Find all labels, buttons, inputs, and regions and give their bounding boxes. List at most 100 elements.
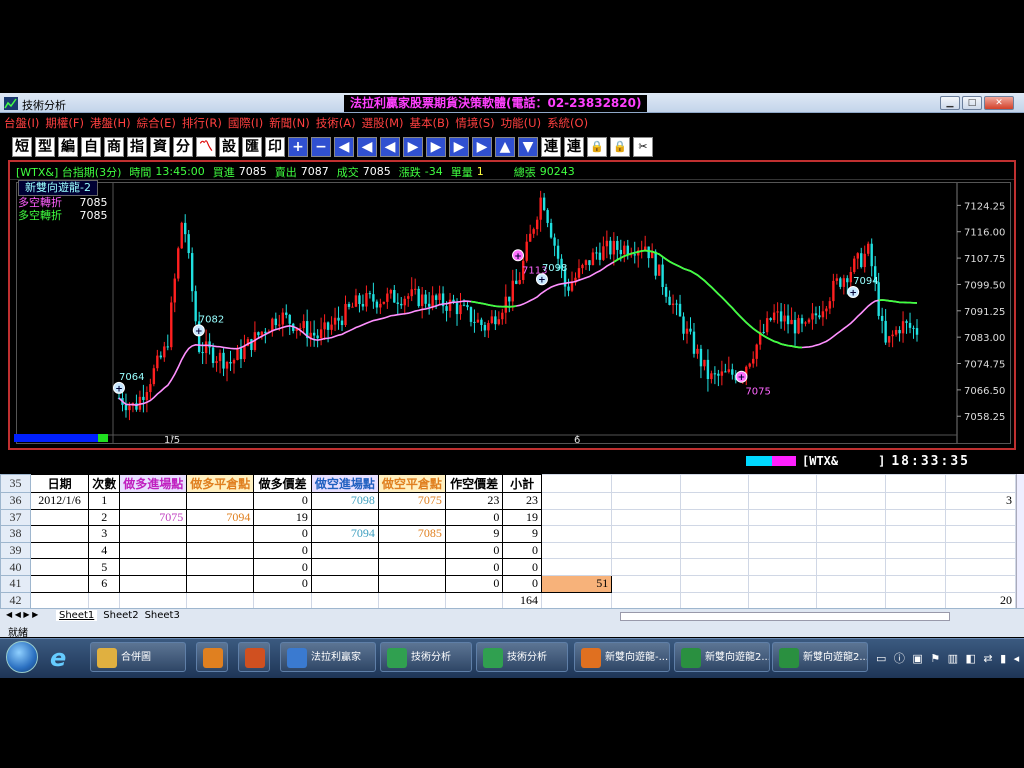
toolbar-button[interactable]: ▶ — [449, 136, 469, 157]
sheet-cell[interactable] — [747, 508, 818, 527]
sheet-cell[interactable] — [611, 492, 681, 510]
horizontal-scrollbar[interactable] — [620, 612, 950, 621]
sheet-cell[interactable] — [186, 492, 255, 510]
toolbar-button[interactable]: ◀ — [380, 136, 400, 157]
sheet-cell[interactable]: 41 — [0, 574, 31, 593]
sheet-cell[interactable]: 37 — [0, 508, 31, 527]
taskbar-item[interactable] — [196, 642, 228, 672]
menu-item[interactable]: 國際(I) — [228, 115, 263, 131]
sheet-cell[interactable] — [944, 558, 1016, 576]
toolbar-button[interactable]: 設 — [219, 136, 239, 157]
toolbar-button[interactable]: ▲ — [495, 136, 515, 157]
sheet-cell[interactable] — [944, 574, 1016, 593]
sheet-cell[interactable]: 0 — [253, 558, 312, 576]
toolbar-button[interactable]: ▼ — [518, 136, 538, 157]
sheet-cell[interactable] — [816, 591, 886, 608]
sheet-cell[interactable]: 0 — [253, 574, 312, 593]
lock-icon[interactable]: 🔒 — [587, 136, 607, 157]
menu-item[interactable]: 新聞(N) — [269, 115, 310, 131]
spreadsheet[interactable]: 35 日期 次數 做多進場點 做多平倉點 做多價差 做空進場點 做空平倉點 作空價差 小計 36 20… — [0, 474, 1016, 608]
toolbar-button[interactable]: 分 — [173, 136, 193, 157]
sheet-cell[interactable] — [884, 492, 946, 510]
sheet-cell[interactable] — [884, 525, 946, 543]
sheet-cell[interactable]: 7094 — [186, 508, 255, 527]
sheet-cell[interactable] — [679, 508, 749, 527]
sheet-cell[interactable]: 42 — [0, 591, 31, 608]
sheet-tab[interactable]: Sheet2 — [103, 610, 138, 621]
minimize-button[interactable]: ▁ — [940, 96, 960, 110]
start-button[interactable] — [6, 641, 38, 673]
sheet-cell[interactable]: 3 — [88, 525, 121, 543]
sheet-cell[interactable] — [253, 591, 312, 608]
toolbar-button[interactable]: 編 — [58, 136, 78, 157]
menu-item[interactable]: 台盤(I) — [4, 115, 39, 131]
sheet-cell[interactable] — [540, 474, 613, 493]
taskbar-item[interactable]: 技術分析 — [476, 642, 568, 672]
sheet-cell[interactable] — [944, 525, 1016, 543]
sheet-cell[interactable] — [540, 541, 613, 560]
sheet-cell[interactable] — [88, 591, 121, 608]
tools-icon[interactable]: ✂ — [633, 136, 653, 157]
menu-item[interactable]: 情境(S) — [455, 115, 494, 131]
sheet-cell[interactable] — [119, 558, 188, 576]
sheet-cell[interactable] — [884, 574, 946, 593]
sheet-cell[interactable] — [29, 525, 90, 543]
sheet-cell[interactable] — [377, 558, 446, 576]
sheet-cell[interactable] — [186, 558, 255, 576]
sheet-cell[interactable] — [679, 541, 749, 560]
sheet-cell[interactable]: 19 — [253, 508, 312, 527]
toolbar-button[interactable]: ◀ — [357, 136, 377, 157]
sheet-cell[interactable] — [540, 558, 613, 576]
sheet-cell[interactable] — [747, 525, 818, 543]
sheet-cell[interactable]: 0 — [253, 525, 312, 543]
sheet-cell[interactable] — [310, 508, 379, 527]
sheet-cell[interactable] — [679, 492, 749, 510]
sheet-cell[interactable] — [747, 474, 818, 493]
sheet-cell[interactable] — [884, 591, 946, 608]
sheet-cell[interactable] — [747, 591, 818, 608]
sheet-cell[interactable] — [611, 508, 681, 527]
sheet-cell[interactable]: 19 — [502, 508, 542, 527]
sheet-cell[interactable] — [186, 591, 255, 608]
sheet-cell[interactable] — [540, 591, 613, 608]
toolbar-button[interactable]: 型 — [35, 136, 55, 157]
sheet-cell[interactable] — [186, 541, 255, 560]
toolbar-button[interactable]: ▶ — [426, 136, 446, 157]
sheet-cell[interactable] — [29, 574, 90, 593]
lock-icon[interactable]: 🔒 — [610, 136, 630, 157]
sheet-cell[interactable]: 0 — [502, 574, 542, 593]
toolbar-button[interactable]: 連 — [564, 136, 584, 157]
sheet-cell[interactable] — [747, 492, 818, 510]
ie-icon[interactable]: e — [50, 644, 80, 672]
sheet-cell[interactable] — [310, 558, 379, 576]
taskbar-item[interactable] — [238, 642, 270, 672]
sheet-cell[interactable]: 0 — [502, 558, 542, 576]
sheet-cell[interactable] — [611, 525, 681, 543]
sheet-cell[interactable]: 做空進場點 — [310, 474, 379, 493]
sheet-cell[interactable] — [816, 492, 886, 510]
taskbar-item[interactable]: 新雙向遊龍2... — [674, 642, 770, 672]
taskbar-item[interactable]: 合併圖 — [90, 642, 186, 672]
sheet-cell[interactable]: 23 — [444, 492, 504, 510]
sheet-cell[interactable] — [611, 541, 681, 560]
sheet-cell[interactable]: 7098 — [310, 492, 379, 510]
sheet-cell[interactable] — [816, 508, 886, 527]
sheet-cell[interactable] — [310, 591, 379, 608]
menu-item[interactable]: 基本(B) — [410, 115, 450, 131]
sheet-cell[interactable] — [944, 474, 1016, 493]
sheet-cell[interactable] — [377, 508, 446, 527]
sheet-cell[interactable]: 做多價差 — [253, 474, 312, 493]
sheet-cell[interactable]: 0 — [444, 508, 504, 527]
toolbar-button[interactable]: ▶ — [403, 136, 423, 157]
sheet-cell[interactable] — [186, 574, 255, 593]
system-tray-icons[interactable]: ▭ ⓘ ▣ ⚑ ▥ ◧ ⇄ ▮ ◂ — [876, 650, 1021, 666]
spreadsheet-grid[interactable]: 35 日期 次數 做多進場點 做多平倉點 做多價差 做空進場點 做空平倉點 作空價差 小計 36 20… — [0, 474, 1016, 608]
chart-icon[interactable]: 〽 — [196, 136, 216, 157]
toolbar-button[interactable]: 短 — [12, 136, 32, 157]
sheet-cell[interactable]: 51 — [540, 574, 613, 593]
sheet-cell[interactable]: 做多進場點 — [119, 474, 188, 493]
sheet-cell[interactable]: 做空平倉點 — [377, 474, 446, 493]
sheet-cell[interactable]: 0 — [444, 541, 504, 560]
menu-item[interactable]: 系統(O) — [547, 115, 588, 131]
sheet-cell[interactable]: 3 — [944, 492, 1016, 510]
